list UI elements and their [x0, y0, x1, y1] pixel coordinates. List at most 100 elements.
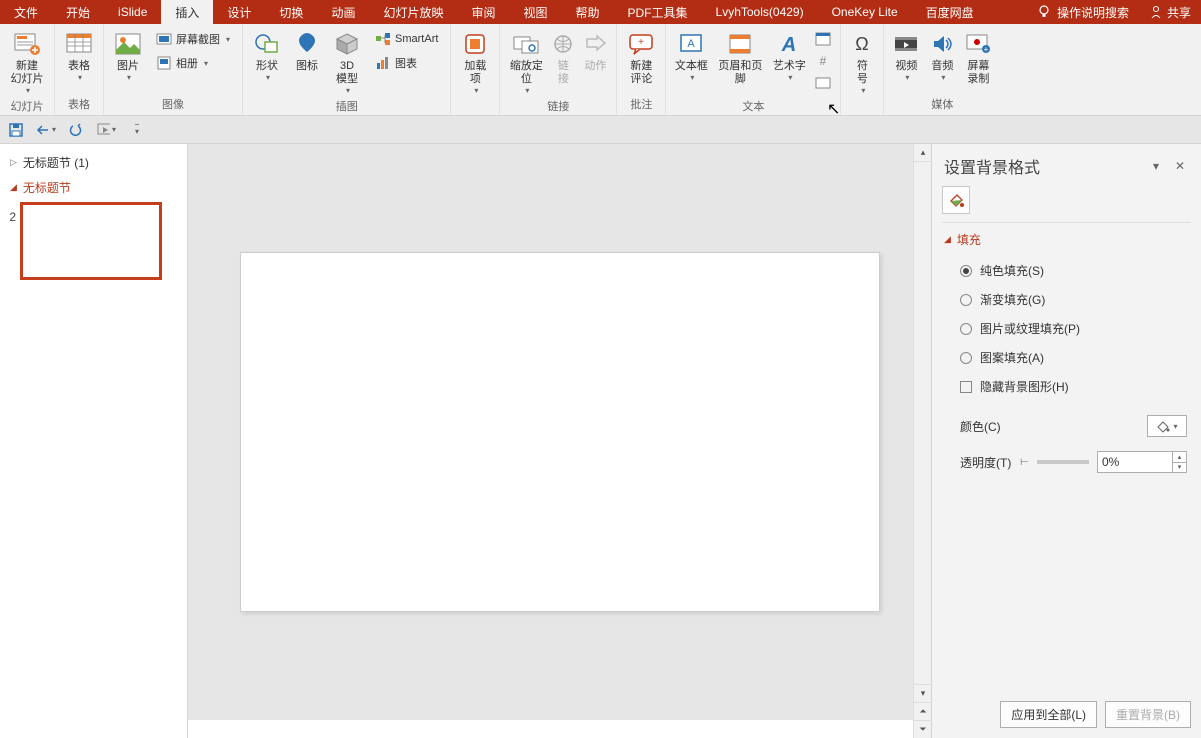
slideshow-button[interactable]: ▾	[96, 120, 116, 140]
chevron-down-icon: ◢	[944, 234, 951, 245]
wordart-button[interactable]: A 艺术字 ▾	[768, 26, 810, 83]
chevron-down-icon: ▾	[135, 124, 139, 136]
slidenum-button[interactable]: #	[814, 50, 832, 72]
video-button[interactable]: 视频 ▾	[888, 26, 924, 83]
chevron-down-icon: ▾	[127, 73, 131, 83]
new-slide-button[interactable]: 新建 幻灯片 ▾	[4, 26, 50, 96]
chevron-down-icon: ◢	[10, 182, 17, 193]
headerfooter-button[interactable]: 页眉和页脚	[712, 26, 768, 86]
color-picker-button[interactable]: ▾	[1147, 415, 1187, 437]
chevron-down-icon: ▾	[1173, 422, 1177, 431]
cube-icon	[333, 32, 361, 56]
qat-customize[interactable]: ▾	[126, 120, 146, 140]
tab-baidu[interactable]: 百度网盘	[912, 0, 988, 24]
screenrec-button[interactable]: + 屏幕 录制	[960, 26, 996, 86]
transparency-value: 0%	[1102, 455, 1119, 469]
transparency-slider[interactable]	[1037, 460, 1089, 464]
slide-canvas[interactable]	[240, 252, 880, 612]
object-button[interactable]	[814, 72, 832, 94]
icons-button[interactable]: 图标	[287, 26, 327, 73]
symbol-button[interactable]: Ω 符 号 ▾	[845, 26, 879, 96]
radio-solid-label: 纯色填充(S)	[980, 262, 1044, 279]
shapes-button[interactable]: 形状 ▾	[247, 26, 287, 83]
share-button[interactable]: 共享	[1139, 0, 1201, 24]
radio-picture-fill[interactable]: 图片或纹理填充(P)	[942, 314, 1191, 343]
tab-review[interactable]: 审阅	[457, 0, 509, 24]
apply-all-button[interactable]: 应用到全部(L)	[1000, 701, 1097, 728]
radio-picture-label: 图片或纹理填充(P)	[980, 320, 1080, 337]
fill-section-label: 填充	[957, 231, 981, 248]
audio-button[interactable]: 音频 ▾	[924, 26, 960, 83]
next-slide-button[interactable]: ⏷	[914, 720, 932, 738]
lightbulb-icon	[1037, 5, 1051, 19]
undo-button[interactable]: ▾	[36, 120, 56, 140]
chart-button[interactable]: 图表	[371, 52, 442, 74]
tab-pdf[interactable]: PDF工具集	[614, 0, 702, 24]
svg-text:A: A	[781, 34, 796, 55]
redo-icon	[68, 122, 84, 138]
radio-gradient-label: 渐变填充(G)	[980, 291, 1045, 308]
tab-slideshow[interactable]: 幻灯片放映	[369, 0, 457, 24]
date-icon	[814, 30, 832, 48]
tab-help[interactable]: 帮助	[562, 0, 614, 24]
action-button[interactable]: 动作	[578, 26, 612, 73]
scroll-up-button[interactable]: ▴	[914, 144, 932, 162]
tab-view[interactable]: 视图	[509, 0, 561, 24]
pane-close-button[interactable]: ✕	[1171, 157, 1189, 175]
screenshot-button[interactable]: 屏幕截图▾	[152, 28, 234, 50]
tab-lvyh[interactable]: LvyhTools(0429)	[702, 0, 818, 24]
section-header-2[interactable]: ◢ 无标题节	[2, 175, 185, 200]
tab-onekey[interactable]: OneKey Lite	[818, 0, 912, 24]
tab-file[interactable]: 文件	[0, 0, 52, 24]
textbox-button[interactable]: A 文本框 ▾	[670, 26, 712, 83]
section-header-1[interactable]: ▷ 无标题节 (1)	[2, 150, 185, 175]
group-links-label: 链接	[504, 96, 612, 117]
link-button[interactable]: 链 接	[548, 26, 578, 86]
chevron-down-icon: ▾	[266, 73, 270, 83]
color-label: 颜色(C)	[960, 418, 1040, 435]
model3d-button[interactable]: 3D 模型 ▾	[327, 26, 367, 96]
radio-solid-fill[interactable]: 纯色填充(S)	[942, 256, 1191, 285]
radio-pattern-fill[interactable]: 图案填充(A)	[942, 343, 1191, 372]
tab-home[interactable]: 开始	[52, 0, 104, 24]
help-search[interactable]: 操作说明搜索	[1027, 0, 1139, 24]
chevron-down-icon: ▾	[861, 86, 865, 96]
section-2-label: 无标题节	[23, 179, 71, 196]
spin-up[interactable]: ▴	[1172, 452, 1186, 463]
spin-down[interactable]: ▾	[1172, 463, 1186, 473]
comment-button[interactable]: + 新建 评论	[621, 26, 661, 86]
zoom-button[interactable]: 缩放定 位 ▾	[504, 26, 548, 96]
vertical-scrollbar[interactable]: ▴ ▾ ⏶ ⏷	[913, 144, 931, 738]
tab-design[interactable]: 设计	[213, 0, 265, 24]
tab-animations[interactable]: 动画	[317, 0, 369, 24]
share-icon	[1149, 5, 1163, 19]
save-button[interactable]	[6, 120, 26, 140]
svg-text:Ω: Ω	[856, 34, 869, 54]
quick-access-toolbar: ▾ ▾ ▾	[0, 116, 1201, 144]
redo-button[interactable]	[66, 120, 86, 140]
reset-bg-button[interactable]: 重置背景(B)	[1105, 701, 1191, 728]
date-button[interactable]	[814, 28, 832, 50]
chevron-down-icon: ▾	[690, 73, 694, 83]
tab-transitions[interactable]: 切换	[265, 0, 317, 24]
smartart-button[interactable]: SmartArt	[371, 28, 442, 50]
group-text-label: 文本	[670, 96, 836, 117]
album-button[interactable]: 相册▾	[152, 52, 234, 74]
tab-islide[interactable]: iSlide	[104, 0, 161, 24]
fill-section-header[interactable]: ◢ 填充	[942, 223, 1191, 256]
fill-tab-button[interactable]	[942, 186, 970, 214]
tab-insert[interactable]: 插入	[161, 0, 213, 24]
pane-options-button[interactable]: ▾	[1147, 157, 1165, 175]
slide-thumbnail-2[interactable]	[22, 204, 160, 278]
addins-button[interactable]: 加载 项 ▾	[455, 26, 495, 96]
checkbox-hide-bg[interactable]: 隐藏背景图形(H)	[942, 372, 1191, 401]
notes-pane-strip[interactable]	[188, 720, 913, 738]
picture-button[interactable]: 图片 ▾	[108, 26, 148, 83]
scroll-down-button[interactable]: ▾	[914, 684, 932, 702]
transparency-spinner[interactable]: 0% ▴▾	[1097, 451, 1187, 473]
radio-gradient-fill[interactable]: 渐变填充(G)	[942, 285, 1191, 314]
textbox-label: 文本框	[675, 60, 708, 73]
prev-slide-button[interactable]: ⏶	[914, 702, 932, 720]
table-button[interactable]: 表格 ▾	[59, 26, 99, 83]
video-label: 视频	[895, 60, 917, 73]
